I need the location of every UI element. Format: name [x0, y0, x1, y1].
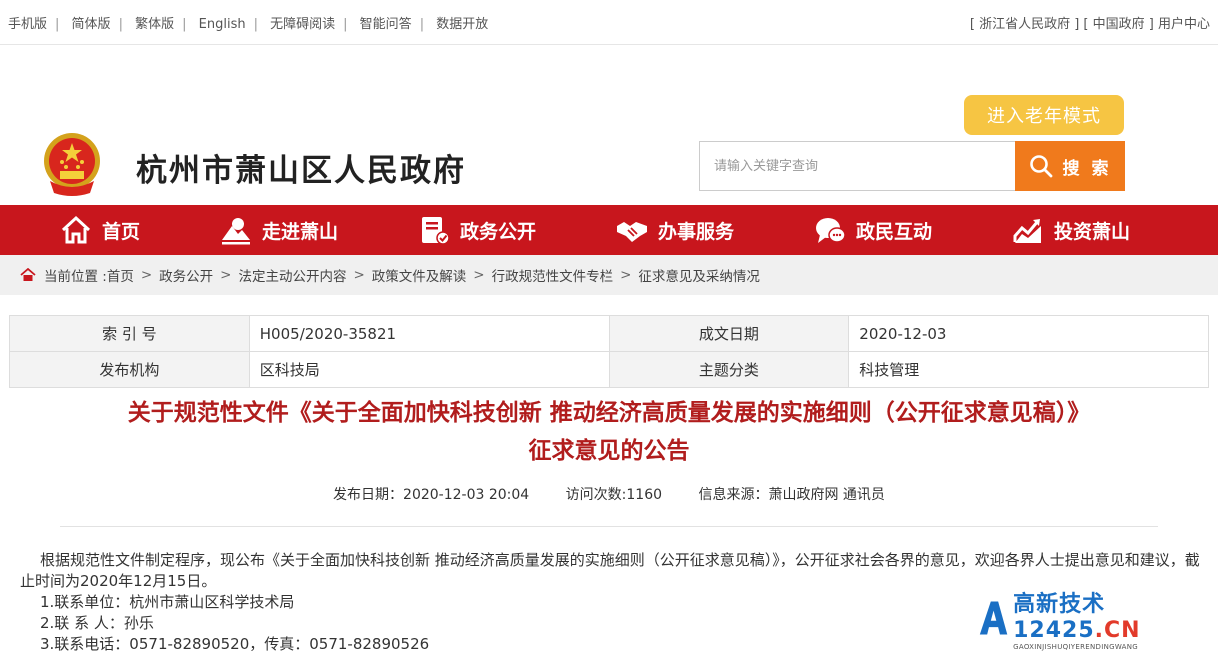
nav-gov-affairs-label: 政务公开 [460, 217, 536, 244]
breadcrumb-gov-affairs[interactable]: 政务公开 [159, 265, 213, 285]
article-title-line2: 征求意见的公告 [0, 432, 1218, 470]
watermark-num: 12425 [1013, 618, 1095, 643]
article-info: 发布日期：2020-12-03 20:04 访问次数:1160 信息来源：萧山政… [0, 484, 1218, 504]
index-value: H005/2020-35821 [249, 316, 609, 352]
breadcrumb: 当前位置 : 首页 > 政务公开 > 法定主动公开内容 > 政策文件及解读 > … [0, 255, 1218, 295]
chart-icon [1012, 214, 1044, 246]
handshake-icon [616, 214, 648, 246]
nav-about-label: 走进萧山 [262, 217, 338, 244]
nav-gov-affairs[interactable]: 政务公开 [378, 214, 576, 246]
watermark-sub: GAOXINJISHUQIYERENDINGWANG [1013, 643, 1214, 651]
top-links-left: 手机版| 简体版| 繁体版| English| 无障碍阅读| 智能问答| 数据开… [8, 13, 488, 32]
search-button[interactable]: 搜 索 [1015, 141, 1125, 191]
divider [60, 526, 1158, 527]
breadcrumb-statutory[interactable]: 法定主动公开内容 [238, 265, 346, 285]
smart-qa-link[interactable]: 智能问答 [360, 17, 412, 32]
publish-date: 发布日期：2020-12-03 20:04 [333, 487, 529, 503]
article-title: 关于规范性文件《关于全面加快科技创新 推动经济高质量发展的实施细则（公开征求意见… [0, 394, 1218, 470]
nav-interaction[interactable]: 政民互动 [774, 214, 972, 246]
nav-services[interactable]: 办事服务 [576, 214, 774, 246]
date-label: 成文日期 [609, 316, 849, 352]
elder-mode-button[interactable]: 进入老年模式 [964, 95, 1124, 135]
org-label: 发布机构 [10, 352, 250, 388]
china-gov-link[interactable]: 中国政府 [1093, 17, 1145, 32]
document-meta-table: 索 引 号 H005/2020-35821 成文日期 2020-12-03 发布… [9, 315, 1209, 388]
open-data-link[interactable]: 数据开放 [436, 17, 488, 32]
traditional-link[interactable]: 繁体版 [135, 17, 174, 32]
simplified-link[interactable]: 简体版 [72, 17, 111, 32]
watermark-cn: .CN [1095, 618, 1141, 643]
breadcrumb-policy[interactable]: 政策文件及解读 [372, 265, 467, 285]
table-row: 索 引 号 H005/2020-35821 成文日期 2020-12-03 [10, 316, 1209, 352]
user-center-link[interactable]: 用户中心 [1158, 17, 1210, 32]
info-source: 信息来源：萧山政府网 通讯员 [698, 487, 884, 503]
national-emblem-icon [40, 131, 104, 201]
watermark-a-icon [978, 598, 1009, 638]
document-icon [418, 214, 450, 246]
site-title: 杭州市萧山区人民政府 [136, 145, 466, 190]
mountain-icon [220, 214, 252, 246]
top-bar: 手机版| 简体版| 繁体版| English| 无障碍阅读| 智能问答| 数据开… [0, 0, 1218, 45]
nav-home[interactable]: 首页 [20, 214, 180, 246]
date-value: 2020-12-03 [849, 316, 1209, 352]
nav-home-label: 首页 [102, 217, 140, 244]
mobile-link[interactable]: 手机版 [8, 17, 47, 32]
breadcrumb-prefix: 当前位置 : [44, 265, 107, 285]
breadcrumb-normative[interactable]: 行政规范性文件专栏 [492, 265, 614, 285]
search-input[interactable] [699, 141, 1015, 191]
index-label: 索 引 号 [10, 316, 250, 352]
search-box: 搜 索 [699, 141, 1125, 191]
zhejiang-gov-link[interactable]: 浙江省人民政府 [979, 17, 1070, 32]
search-icon [1029, 154, 1053, 178]
watermark-logo: 高新技术12425.CN GAOXINJISHUQIYERENDINGWANG [978, 596, 1214, 640]
visit-count: 访问次数:1160 [566, 487, 662, 503]
watermark-main: 高新技术 [1013, 592, 1105, 617]
accessibility-link[interactable]: 无障碍阅读 [270, 17, 335, 32]
home-icon [60, 214, 92, 246]
search-button-label: 搜 索 [1063, 154, 1112, 179]
chat-icon [814, 214, 846, 246]
org-value: 区科技局 [249, 352, 609, 388]
main-nav: 首页 走进萧山 政务公开 办事服务 政民互动 [0, 205, 1218, 255]
article-title-line1: 关于规范性文件《关于全面加快科技创新 推动经济高质量发展的实施细则（公开征求意见… [0, 394, 1218, 432]
english-link[interactable]: English [199, 17, 246, 32]
location-home-icon [20, 268, 36, 282]
nav-investment[interactable]: 投资萧山 [972, 214, 1170, 246]
topic-label: 主题分类 [609, 352, 849, 388]
nav-about-xiaoshan[interactable]: 走进萧山 [180, 214, 378, 246]
site-header: 杭州市萧山区人民政府 进入老年模式 搜 索 [0, 45, 1218, 205]
breadcrumb-current[interactable]: 征求意见及采纳情况 [638, 265, 760, 285]
topic-value: 科技管理 [849, 352, 1209, 388]
top-links-right: [ 浙江省人民政府 ] [ 中国政府 ] 用户中心 [970, 13, 1210, 32]
nav-interaction-label: 政民互动 [856, 217, 932, 244]
nav-investment-label: 投资萧山 [1054, 217, 1130, 244]
breadcrumb-home[interactable]: 首页 [107, 265, 134, 285]
nav-services-label: 办事服务 [658, 217, 734, 244]
table-row: 发布机构 区科技局 主题分类 科技管理 [10, 352, 1209, 388]
